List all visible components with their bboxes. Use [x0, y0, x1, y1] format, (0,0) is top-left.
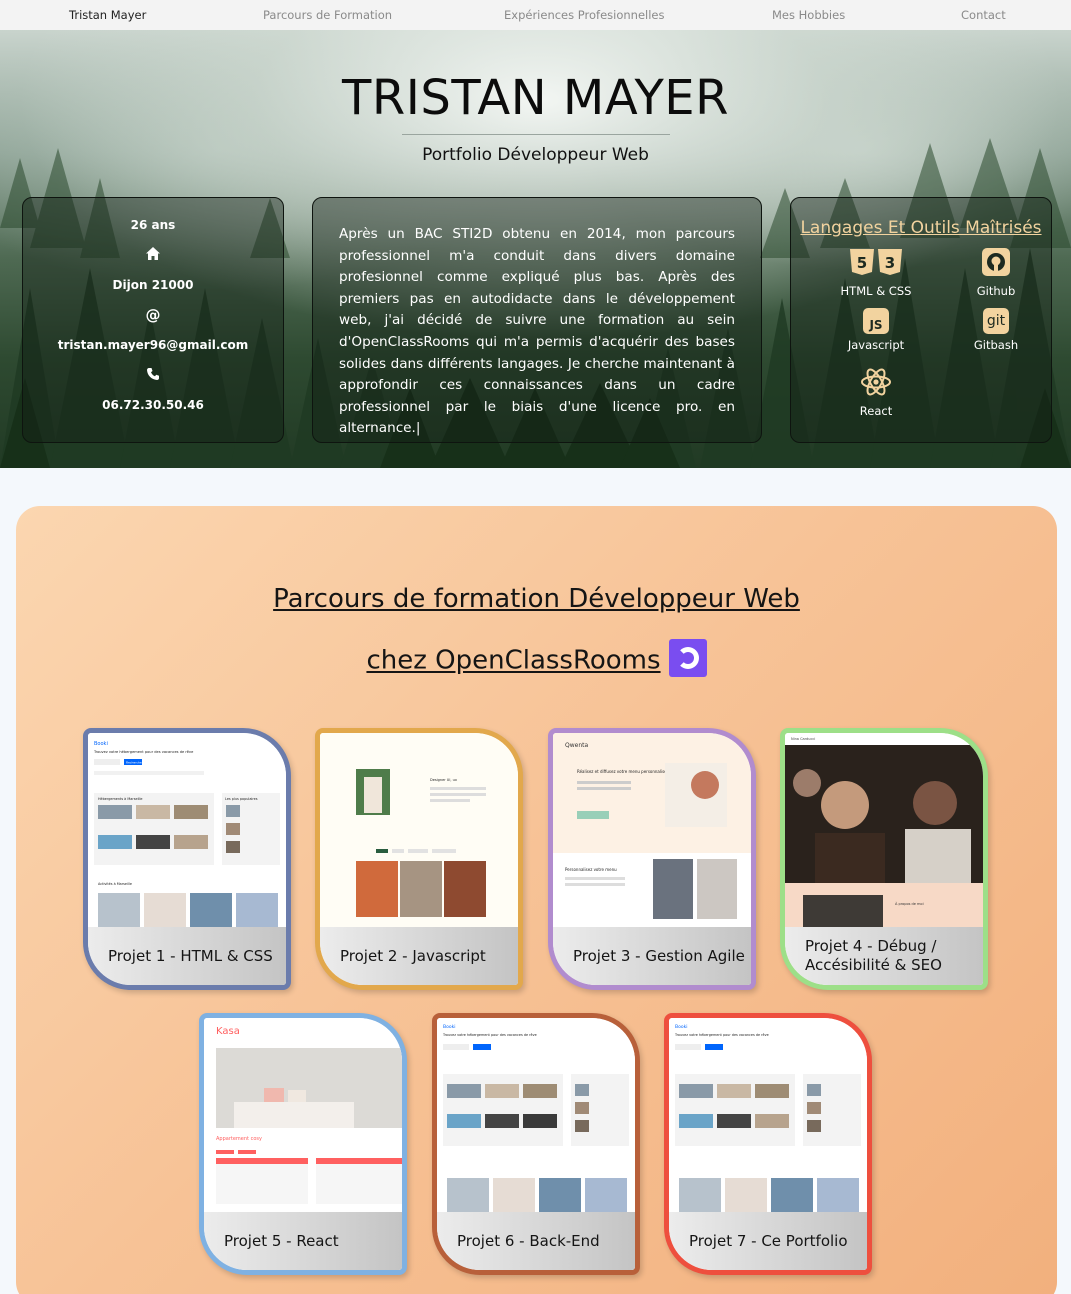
formation-subtitle: chez OpenClassRooms [16, 639, 1057, 680]
project-4-thumbnail: Nina Carducci À propos de moi [785, 733, 983, 933]
nav-brand[interactable]: Tristan Mayer [69, 8, 146, 22]
project-2-label: Projet 2 - Javascript [320, 927, 518, 985]
project-3-label: Projet 3 - Gestion Agile [553, 927, 751, 985]
designer-heading: Designer UI, ux [430, 778, 457, 782]
javascript-icon: JS [863, 308, 889, 334]
booki-search-button: Rechercher [126, 761, 144, 765]
project-card-4[interactable]: Nina Carducci À propos de moi Projet 4 -… [780, 728, 988, 990]
project-3-thumbnail: Qwenta Réalisez et diffusez votre menu p… [553, 733, 751, 933]
github-icon [982, 248, 1010, 276]
project-7-label: Projet 7 - Ce Portfolio [669, 1212, 867, 1270]
project-5-label: Projet 5 - React [204, 1212, 402, 1270]
hero-subtitle: Portfolio Développeur Web [422, 145, 649, 165]
tool-label-html-css: HTML & CSS [840, 284, 912, 298]
qwenta-tagline: Réalisez et diffusez votre menu personna… [577, 769, 667, 774]
email-link[interactable]: tristan.mayer96@gmail.com [23, 338, 283, 352]
project-1-label: Projet 1 - HTML & CSS [88, 927, 286, 985]
booki-popular: Les plus populaires [225, 797, 258, 801]
formation-section: Parcours de formation Développeur Web ch… [16, 506, 1057, 1294]
booki-heading-7: Trouvez votre hébergement pour des vacan… [674, 1033, 769, 1037]
tool-label-gitbash: Gitbash [973, 338, 1019, 352]
tool-gitbash: git Gitbash [936, 308, 1056, 352]
booki-heading: Trouvez votre hébergement pour des vacan… [93, 750, 194, 754]
seo-about: À propos de moi [895, 901, 924, 906]
kasa-brand: Kasa [216, 1026, 240, 1037]
booki-heading-6: Trouvez votre hébergement pour des vacan… [442, 1033, 537, 1037]
qwenta-section: Personnalisez votre menu [565, 867, 617, 872]
seo-header: Nina Carducci [791, 737, 815, 741]
nav-link-hobbies[interactable]: Mes Hobbies [772, 8, 845, 22]
hero-section: TRISTAN MAYER Portfolio Développeur Web … [0, 30, 1071, 468]
git-icon: git [983, 308, 1009, 334]
kasa-listing: Appartement cosy [216, 1136, 262, 1142]
phone-icon [23, 366, 283, 385]
project-6-label: Projet 6 - Back-End [437, 1212, 635, 1270]
age-text: 26 ans [130, 218, 176, 232]
project-card-1[interactable]: Booki Trouvez votre hébergement pour des… [83, 728, 291, 990]
svg-text:5: 5 [857, 254, 867, 272]
home-icon [23, 246, 283, 265]
hero-title: TRISTAN MAYER [342, 70, 729, 126]
project-2-thumbnail: Designer UI, ux [320, 733, 518, 933]
project-card-2[interactable]: Designer UI, ux Projet 2 - Javascript [315, 728, 523, 990]
at-icon: @ [145, 306, 161, 324]
tool-html-css: 5 3 HTML & CSS [816, 248, 936, 298]
nav-link-contact[interactable]: Contact [961, 8, 1006, 22]
project-6-thumbnail: Booki Trouvez votre hébergement pour des… [437, 1018, 635, 1218]
tool-label-react: React [859, 404, 893, 418]
city-text: Dijon 21000 [112, 278, 194, 292]
qwenta-brand: Qwenta [565, 742, 588, 749]
svg-text:3: 3 [885, 254, 895, 272]
project-4-label: Projet 4 - Débug / Accésibilité & SEO [785, 927, 983, 985]
project-card-3[interactable]: Qwenta Réalisez et diffusez votre menu p… [548, 728, 756, 990]
project-1-thumbnail: Booki Trouvez votre hébergement pour des… [88, 733, 286, 933]
booki-brand-6: Booki [443, 1024, 455, 1030]
tool-github: Github [936, 248, 1056, 298]
tools-title: Langages Et Outils Maîtrisés [800, 218, 1042, 238]
title-divider [402, 134, 670, 135]
tool-label-javascript: Javascript [847, 338, 905, 352]
booki-brand-7: Booki [675, 1024, 687, 1030]
booki-activities: Activités à Marseille [98, 882, 132, 886]
project-7-thumbnail: Booki Trouvez votre hébergement pour des… [669, 1018, 867, 1218]
project-card-6[interactable]: Booki Trouvez votre hébergement pour des… [432, 1013, 640, 1275]
booki-brand: Booki [94, 741, 108, 747]
phone-text[interactable]: 06.72.30.50.46 [23, 398, 283, 412]
html-css-icon: 5 3 [850, 249, 902, 275]
tool-react: React [816, 368, 936, 418]
formation-subtitle-text: chez OpenClassRooms [366, 645, 661, 676]
bio-card: Après un BAC STI2D obtenu en 2014, mon p… [312, 197, 762, 443]
nav-link-experiences[interactable]: Expériences Profesionnelles [504, 8, 664, 22]
project-5-thumbnail: Kasa Appartement cosy [204, 1018, 402, 1218]
react-icon [861, 368, 891, 396]
bio-text: Après un BAC STI2D obtenu en 2014, mon p… [339, 226, 735, 437]
project-card-7[interactable]: Booki Trouvez votre hébergement pour des… [664, 1013, 872, 1275]
booki-section: Hébergements à Marseille [98, 797, 142, 801]
tool-javascript: JS Javascript [816, 308, 936, 352]
tools-card: Langages Et Outils Maîtrisés 5 3 HTML & … [790, 197, 1052, 443]
top-navbar: Tristan Mayer Parcours de Formation Expé… [0, 0, 1071, 30]
openclassrooms-logo-icon [668, 639, 707, 677]
project-card-5[interactable]: Kasa Appartement cosy Projet 5 - React [199, 1013, 407, 1275]
formation-title: Parcours de formation Développeur Web [273, 584, 800, 614]
contact-card: 26 ans Dijon 21000 @ tristan.mayer96@gma… [22, 197, 284, 443]
nav-link-formation[interactable]: Parcours de Formation [263, 8, 392, 22]
tool-label-github: Github [976, 284, 1016, 298]
